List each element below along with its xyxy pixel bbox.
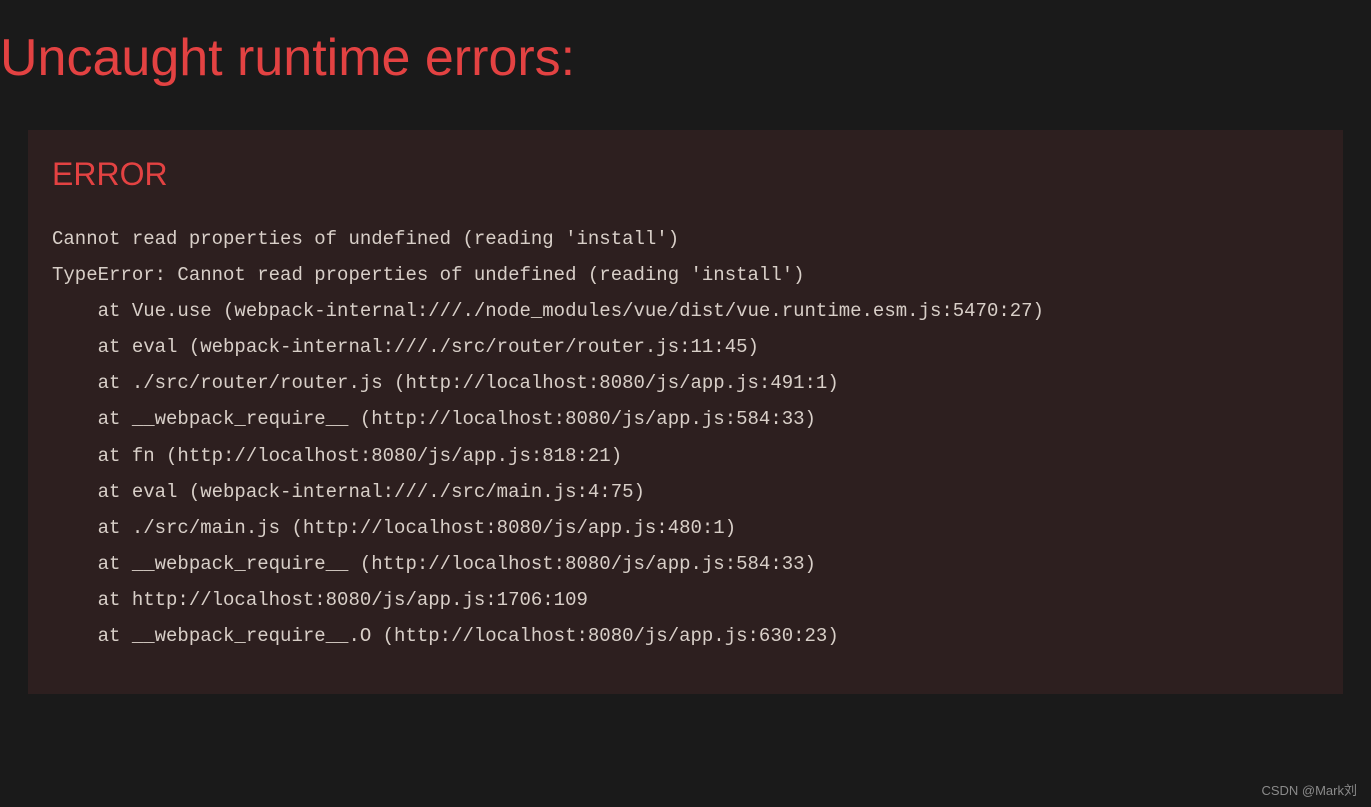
error-panel: ERROR Cannot read properties of undefine… <box>28 130 1343 694</box>
page-title: Uncaught runtime errors: <box>0 0 1371 88</box>
error-message: Cannot read properties of undefined (rea… <box>52 221 1319 654</box>
watermark: CSDN @Mark刘 <box>1261 780 1357 799</box>
error-label: ERROR <box>52 156 1319 193</box>
